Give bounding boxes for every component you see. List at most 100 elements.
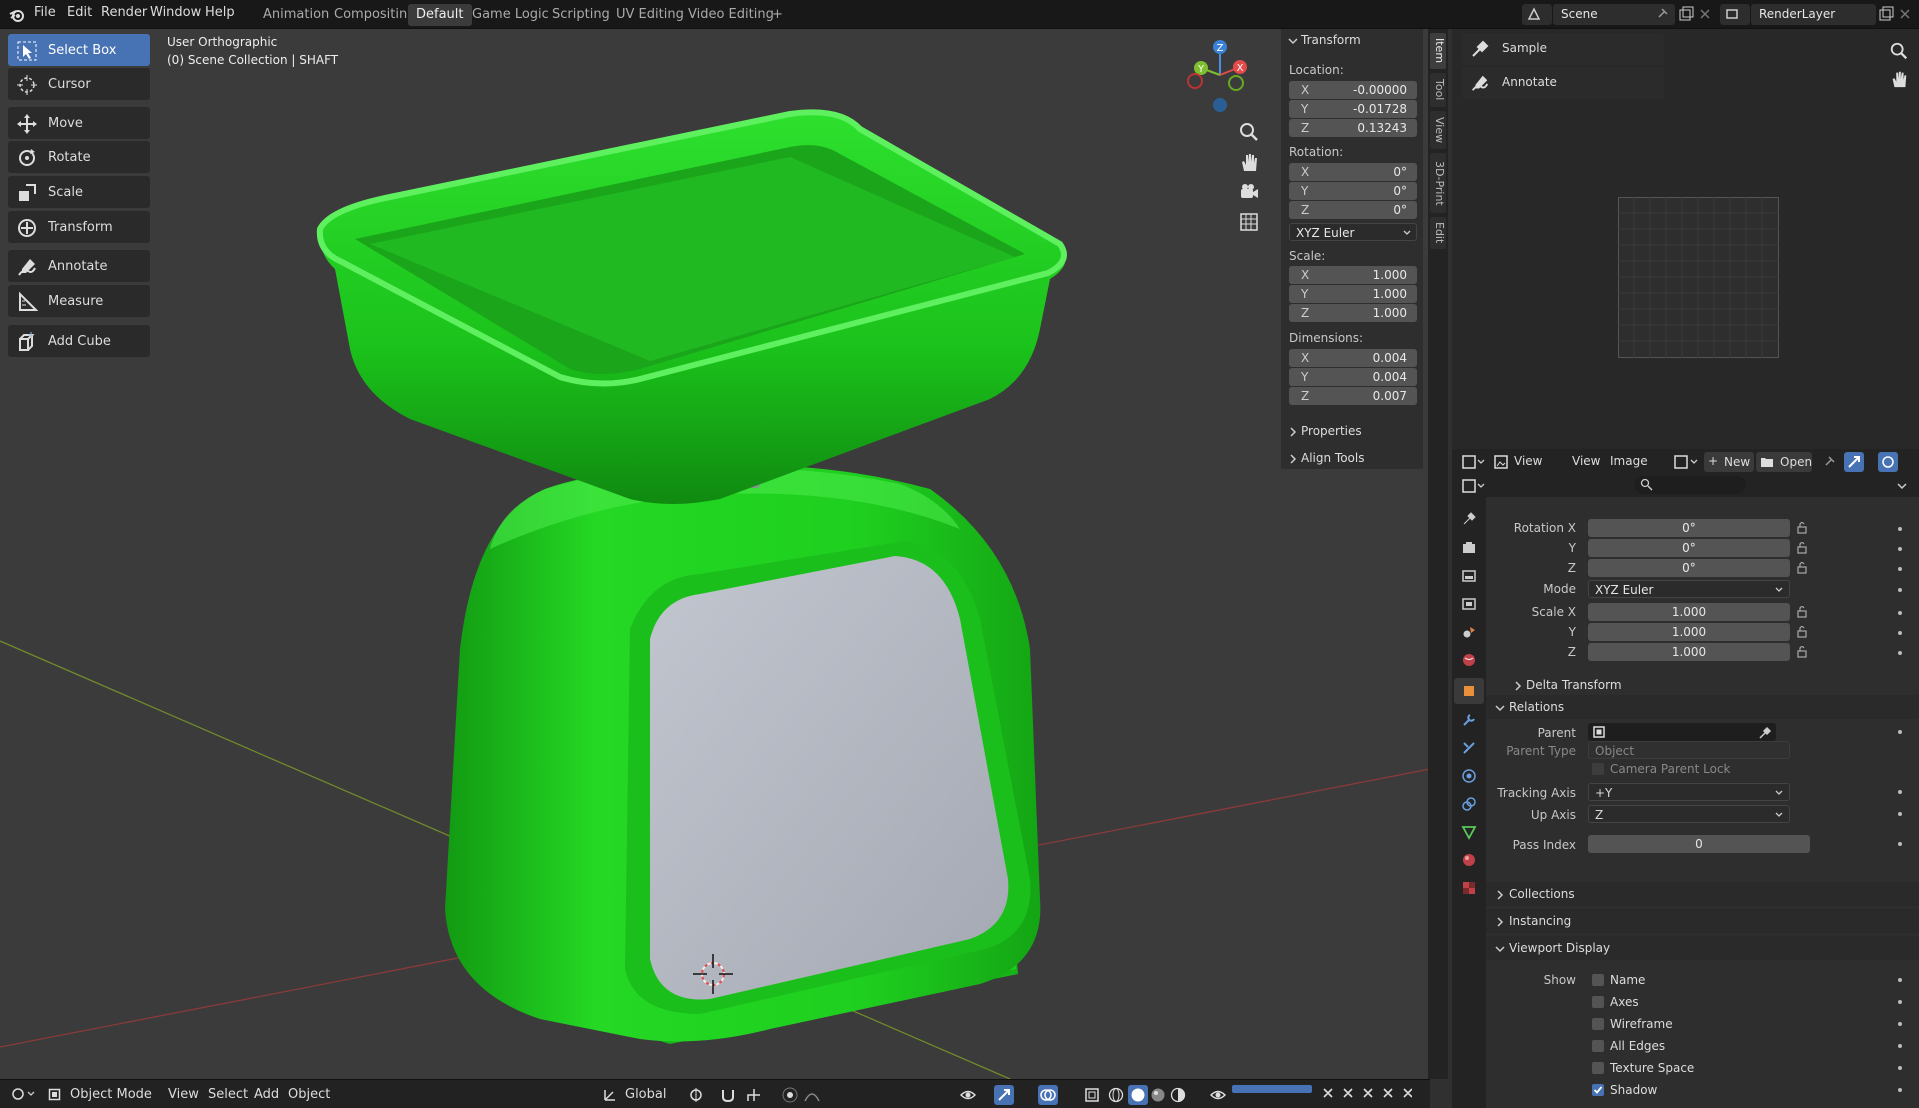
tab-tool[interactable]: Tool: [1430, 73, 1446, 107]
viewport-display-section[interactable]: Viewport Display: [1486, 936, 1919, 960]
image-browse-icon[interactable]: [1674, 454, 1700, 470]
tab-3d-print[interactable]: 3D-Print: [1430, 153, 1446, 213]
tool-annotate-image[interactable]: Annotate: [1462, 67, 1664, 99]
new-image-button[interactable]: + New: [1704, 452, 1754, 472]
parent-type-dropdown[interactable]: Object: [1588, 741, 1790, 759]
zoom-icon[interactable]: [1238, 121, 1260, 143]
scale-z-field[interactable]: Z 1.000: [1289, 304, 1417, 322]
visibility-icon[interactable]: [1210, 1087, 1226, 1103]
wireframe-shading-icon[interactable]: [1108, 1087, 1124, 1103]
tool-add-cube[interactable]: Add Cube: [8, 325, 150, 357]
tab-game-logic[interactable]: Game Logic: [464, 4, 557, 26]
output-icon[interactable]: [1461, 568, 1477, 584]
keyframe-dot-icon[interactable]: [1898, 588, 1902, 592]
show-name-checkbox[interactable]: [1592, 974, 1604, 986]
material-icon[interactable]: [1461, 852, 1477, 868]
chevron-down-icon[interactable]: [1288, 36, 1298, 46]
show-wireframe-checkbox[interactable]: [1592, 1018, 1604, 1030]
tab-item[interactable]: Item: [1430, 33, 1446, 69]
scene-selector-button[interactable]: [1522, 4, 1552, 25]
constraints-icon[interactable]: [1461, 796, 1477, 812]
keyframe-dot-icon[interactable]: [1898, 1066, 1902, 1070]
navigation-gizmo[interactable]: Z X Y: [1180, 35, 1260, 115]
menu-object[interactable]: Object: [288, 1087, 330, 1102]
blender-logo-icon[interactable]: [8, 6, 26, 24]
camera-icon[interactable]: [1238, 181, 1260, 203]
menu-edit[interactable]: Edit: [67, 5, 92, 20]
tab-animation[interactable]: Animation: [255, 4, 337, 26]
scale-y-field[interactable]: Y 1.000: [1289, 285, 1417, 303]
menu-view[interactable]: View: [1572, 454, 1600, 468]
keyframe-dot-icon[interactable]: [1898, 790, 1902, 794]
keyframe-dot-icon[interactable]: [1898, 1044, 1902, 1048]
render-icon[interactable]: [1461, 540, 1477, 556]
transform-panel-header[interactable]: Transform: [1301, 33, 1361, 47]
particles-icon[interactable]: [1461, 740, 1477, 756]
delta-transform-section[interactable]: Delta Transform: [1486, 673, 1919, 697]
keyframe-dot-icon[interactable]: [1898, 611, 1902, 615]
keyframe-dot-icon[interactable]: [1898, 527, 1902, 531]
editor-type-icon[interactable]: [10, 1086, 36, 1102]
lock-icon[interactable]: [1796, 521, 1810, 577]
zoom-icon[interactable]: [1889, 41, 1909, 61]
camera-parent-lock-checkbox[interactable]: [1592, 763, 1604, 775]
object-mode-dropdown[interactable]: Object Mode: [44, 1084, 154, 1105]
tab-view[interactable]: View: [1430, 111, 1446, 149]
scale-z-field[interactable]: 1.000: [1588, 643, 1790, 661]
chevron-right-icon[interactable]: [1288, 454, 1298, 464]
show-texture-space-checkbox[interactable]: [1592, 1062, 1604, 1074]
chevron-right-icon[interactable]: [1288, 427, 1298, 437]
material-shading-icon[interactable]: [1150, 1087, 1166, 1103]
view-mode-dropdown[interactable]: View: [1494, 451, 1556, 472]
pin-icon[interactable]: [1655, 7, 1669, 21]
solid-shading-icon[interactable]: [1128, 1085, 1148, 1105]
up-axis-dropdown[interactable]: Z: [1588, 805, 1790, 823]
pass-index-field[interactable]: 0: [1588, 835, 1810, 853]
dimensions-y-field[interactable]: Y 0.004: [1289, 368, 1417, 386]
instancing-section[interactable]: Instancing: [1486, 909, 1919, 933]
tool-scale[interactable]: Scale: [8, 176, 150, 208]
tool-select-box[interactable]: Select Box: [8, 34, 150, 66]
menu-view[interactable]: View: [168, 1087, 199, 1102]
tool-annotate[interactable]: Annotate: [8, 250, 150, 282]
viewport-scene[interactable]: [0, 29, 1430, 1079]
view-layer-selector-button[interactable]: [1720, 4, 1750, 25]
pivot-icon[interactable]: [688, 1087, 704, 1103]
add-workspace-button[interactable]: +: [764, 4, 791, 26]
view-layer-name-field[interactable]: RenderLayer: [1751, 4, 1876, 25]
menu-help[interactable]: Help: [205, 5, 235, 20]
keyframe-dot-icon[interactable]: [1898, 651, 1902, 655]
keyframe-dot-icon[interactable]: [1898, 547, 1902, 551]
show-all-edges-checkbox[interactable]: [1592, 1040, 1604, 1052]
hand-pan-icon[interactable]: [1889, 69, 1909, 89]
scale-x-field[interactable]: X 1.000: [1289, 266, 1417, 284]
editor-type-icon[interactable]: [1462, 454, 1486, 470]
location-x-field[interactable]: X -0.00000: [1289, 81, 1417, 99]
dimensions-z-field[interactable]: Z 0.007: [1289, 387, 1417, 405]
menu-render[interactable]: Render: [101, 5, 147, 20]
tool-settings-icon[interactable]: [1461, 511, 1477, 527]
physics-icon[interactable]: [1461, 768, 1477, 784]
new-scene-icon[interactable]: [1678, 6, 1694, 22]
editor-type-icon[interactable]: [1462, 478, 1486, 494]
proportional-editing-icon[interactable]: [782, 1087, 798, 1103]
tab-default[interactable]: Default: [408, 4, 472, 26]
grid-icon[interactable]: [1238, 211, 1260, 233]
menu-add[interactable]: Add: [254, 1087, 279, 1102]
menu-window[interactable]: Window: [150, 5, 201, 20]
image-grid-canvas[interactable]: [1618, 197, 1780, 359]
menu-file[interactable]: File: [34, 5, 56, 20]
eyedropper-icon[interactable]: [1758, 726, 1772, 740]
dimensions-x-field[interactable]: X 0.004: [1289, 349, 1417, 367]
tool-measure[interactable]: Measure: [8, 285, 150, 317]
mesh-data-icon[interactable]: [1461, 824, 1477, 840]
lock-icon[interactable]: [1796, 605, 1810, 661]
object-properties-tab[interactable]: [1454, 678, 1484, 704]
rotation-y-field[interactable]: 0°: [1588, 539, 1790, 557]
keyframe-dot-icon[interactable]: [1898, 730, 1902, 734]
properties-panel-header[interactable]: Properties: [1301, 424, 1362, 438]
keyframe-dot-icon[interactable]: [1898, 1088, 1902, 1092]
menu-image[interactable]: Image: [1610, 454, 1648, 468]
rotation-mode-dropdown[interactable]: XYZ Euler: [1289, 223, 1417, 241]
texture-icon[interactable]: [1461, 880, 1477, 896]
